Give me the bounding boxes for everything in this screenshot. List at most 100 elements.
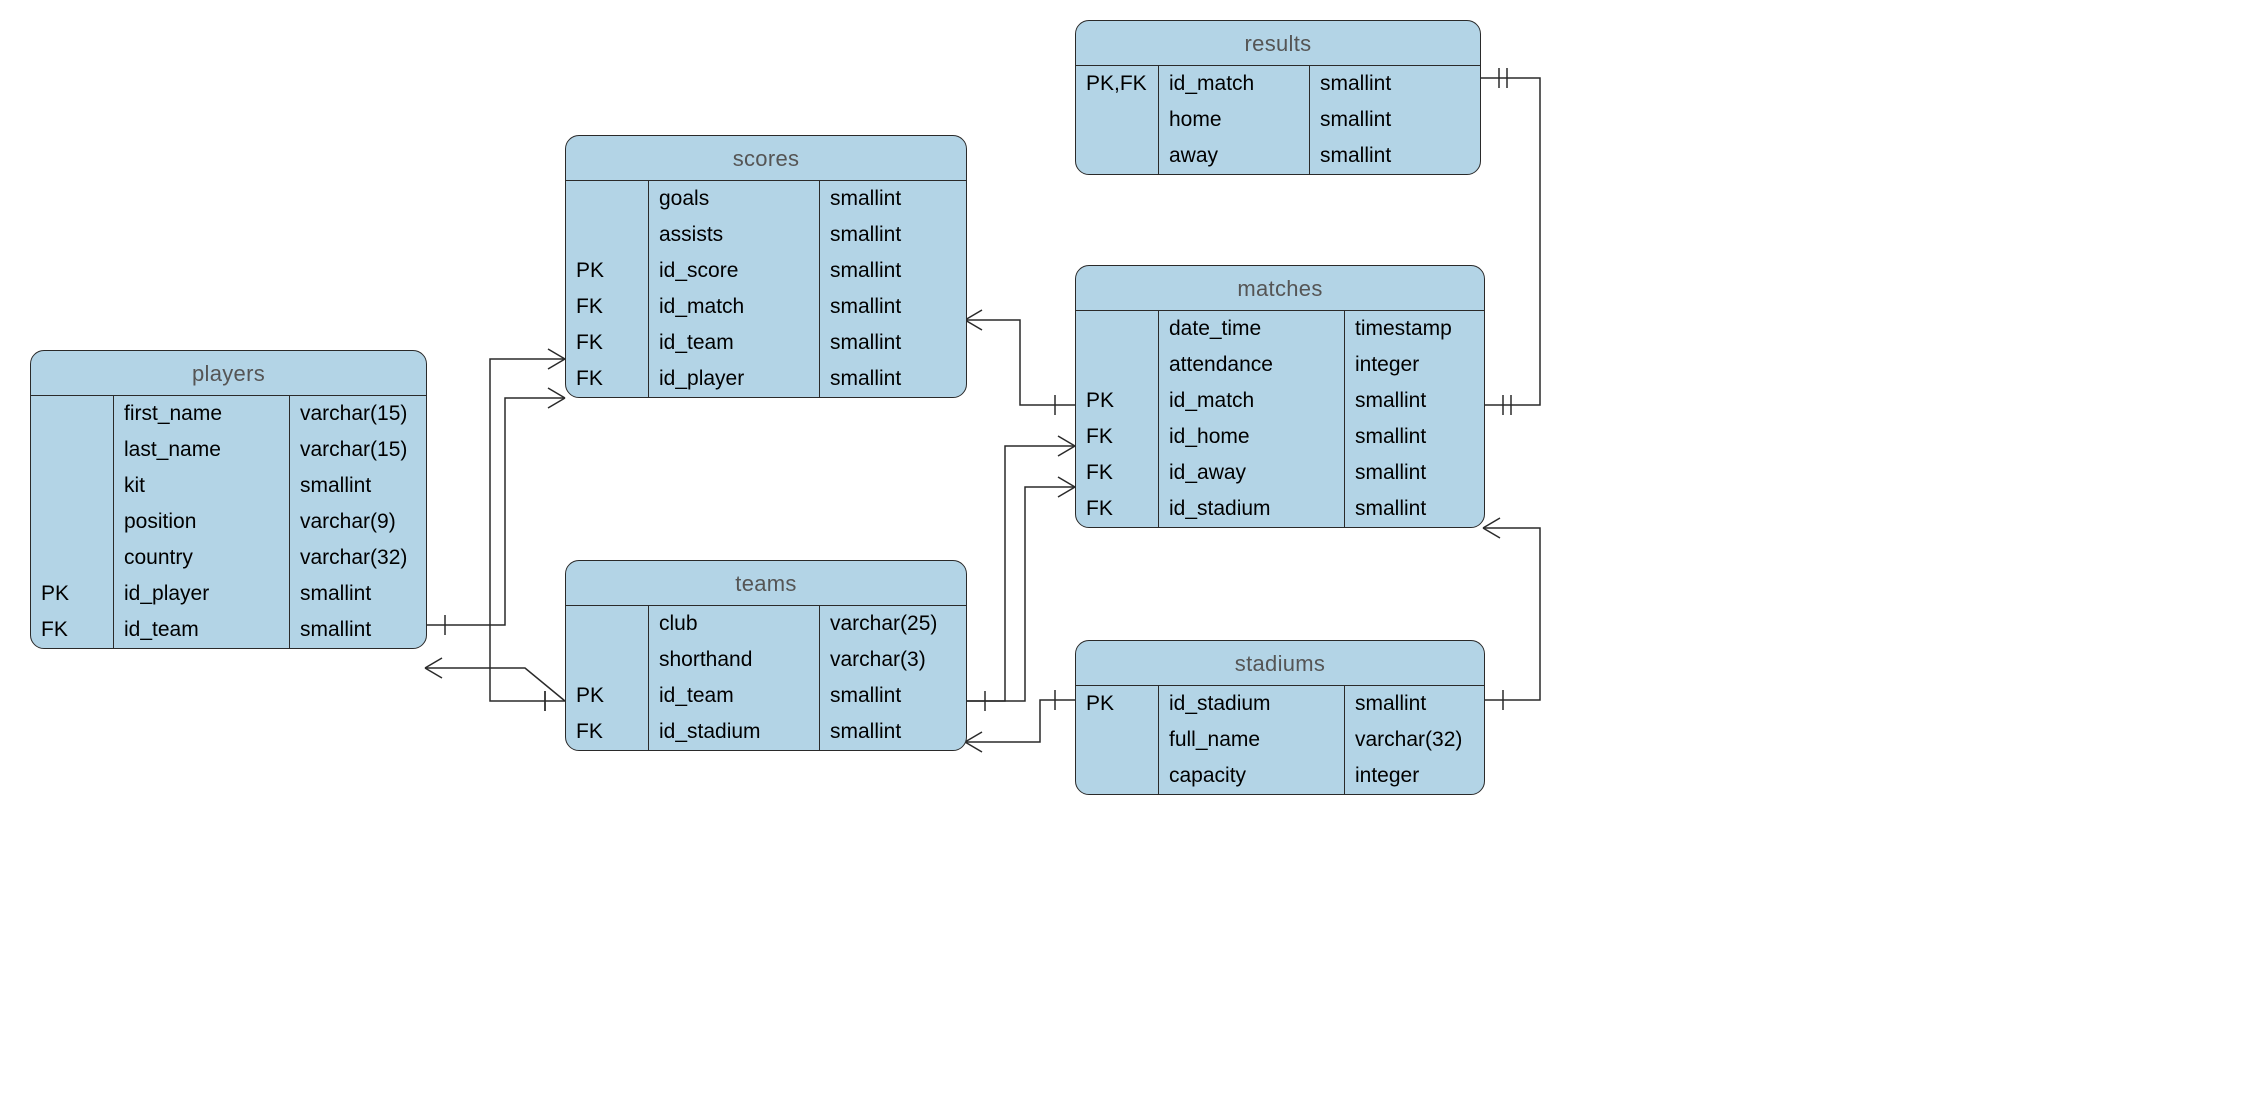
table-row: last_namevarchar(15): [31, 432, 426, 468]
col-key: [31, 432, 114, 468]
col-type: smallint: [820, 325, 967, 361]
table-row: goalssmallint: [566, 181, 966, 217]
entity-title: matches: [1076, 266, 1484, 311]
col-type: smallint: [1345, 686, 1485, 722]
table-row: capacityinteger: [1076, 758, 1484, 794]
col-key: PK: [566, 253, 649, 289]
col-type: smallint: [820, 181, 967, 217]
col-name: id_home: [1159, 419, 1345, 455]
col-type: smallint: [820, 289, 967, 325]
table-row: homesmallint: [1076, 102, 1480, 138]
col-key: [566, 606, 649, 642]
col-key: FK: [1076, 455, 1159, 491]
col-type: integer: [1345, 347, 1485, 383]
col-key: FK: [566, 714, 649, 750]
col-name: id_player: [114, 576, 290, 612]
table-row: FKid_stadiumsmallint: [566, 714, 966, 750]
columns-table: PKid_stadiumsmallintfull_namevarchar(32)…: [1076, 686, 1484, 794]
col-key: FK: [1076, 491, 1159, 527]
table-row: awaysmallint: [1076, 138, 1480, 174]
table-row: FKid_playersmallint: [566, 361, 966, 397]
table-row: PKid_teamsmallint: [566, 678, 966, 714]
col-key: PK,FK: [1076, 66, 1159, 102]
col-key: FK: [31, 612, 114, 648]
entity-title: teams: [566, 561, 966, 606]
col-type: smallint: [820, 361, 967, 397]
table-row: PKid_stadiumsmallint: [1076, 686, 1484, 722]
col-name: id_match: [649, 289, 820, 325]
col-type: smallint: [1345, 491, 1485, 527]
table-row: FKid_matchsmallint: [566, 289, 966, 325]
col-type: smallint: [290, 468, 427, 504]
col-type: smallint: [820, 714, 967, 750]
table-row: FKid_homesmallint: [1076, 419, 1484, 455]
col-type: varchar(32): [1345, 722, 1485, 758]
col-key: [1076, 722, 1159, 758]
col-type: integer: [1345, 758, 1485, 794]
col-key: FK: [566, 289, 649, 325]
entity-title: players: [31, 351, 426, 396]
col-name: away: [1159, 138, 1310, 174]
col-name: assists: [649, 217, 820, 253]
table-row: PKid_matchsmallint: [1076, 383, 1484, 419]
col-name: id_team: [114, 612, 290, 648]
col-type: smallint: [1345, 383, 1485, 419]
entity-scores: scoresgoalssmallintassistssmallintPKid_s…: [565, 135, 967, 398]
col-type: varchar(9): [290, 504, 427, 540]
table-row: attendanceinteger: [1076, 347, 1484, 383]
col-type: timestamp: [1345, 311, 1485, 347]
table-row: countryvarchar(32): [31, 540, 426, 576]
col-type: smallint: [820, 253, 967, 289]
table-row: date_timetimestamp: [1076, 311, 1484, 347]
col-type: smallint: [1310, 66, 1481, 102]
col-key: FK: [566, 325, 649, 361]
col-key: PK: [31, 576, 114, 612]
col-key: PK: [566, 678, 649, 714]
col-key: PK: [1076, 686, 1159, 722]
col-name: goals: [649, 181, 820, 217]
col-key: [1076, 311, 1159, 347]
columns-table: clubvarchar(25)shorthandvarchar(3)PKid_t…: [566, 606, 966, 750]
col-type: smallint: [290, 576, 427, 612]
col-name: id_team: [649, 325, 820, 361]
col-type: varchar(3): [820, 642, 967, 678]
col-type: varchar(15): [290, 432, 427, 468]
table-row: FKid_stadiumsmallint: [1076, 491, 1484, 527]
entity-results: resultsPK,FKid_matchsmallinthomesmallint…: [1075, 20, 1481, 175]
col-key: [1076, 138, 1159, 174]
col-name: home: [1159, 102, 1310, 138]
table-row: clubvarchar(25): [566, 606, 966, 642]
col-name: club: [649, 606, 820, 642]
columns-table: goalssmallintassistssmallintPKid_scoresm…: [566, 181, 966, 397]
col-name: first_name: [114, 396, 290, 432]
col-name: id_match: [1159, 66, 1310, 102]
col-name: kit: [114, 468, 290, 504]
col-key: FK: [1076, 419, 1159, 455]
table-row: PKid_scoresmallint: [566, 253, 966, 289]
entity-teams: teamsclubvarchar(25)shorthandvarchar(3)P…: [565, 560, 967, 751]
col-key: PK: [1076, 383, 1159, 419]
col-name: id_stadium: [1159, 491, 1345, 527]
col-key: [31, 504, 114, 540]
col-name: full_name: [1159, 722, 1345, 758]
col-type: smallint: [1345, 419, 1485, 455]
col-type: smallint: [820, 678, 967, 714]
table-row: PK,FKid_matchsmallint: [1076, 66, 1480, 102]
col-name: shorthand: [649, 642, 820, 678]
columns-table: first_namevarchar(15)last_namevarchar(15…: [31, 396, 426, 648]
columns-table: PK,FKid_matchsmallinthomesmallintawaysma…: [1076, 66, 1480, 174]
table-row: first_namevarchar(15): [31, 396, 426, 432]
col-key: [31, 468, 114, 504]
col-name: id_score: [649, 253, 820, 289]
col-name: attendance: [1159, 347, 1345, 383]
col-type: smallint: [820, 217, 967, 253]
col-name: id_team: [649, 678, 820, 714]
col-name: id_player: [649, 361, 820, 397]
col-name: id_away: [1159, 455, 1345, 491]
col-type: smallint: [290, 612, 427, 648]
col-type: varchar(15): [290, 396, 427, 432]
col-key: [31, 396, 114, 432]
entity-stadiums: stadiumsPKid_stadiumsmallintfull_namevar…: [1075, 640, 1485, 795]
entity-title: stadiums: [1076, 641, 1484, 686]
col-key: [566, 181, 649, 217]
